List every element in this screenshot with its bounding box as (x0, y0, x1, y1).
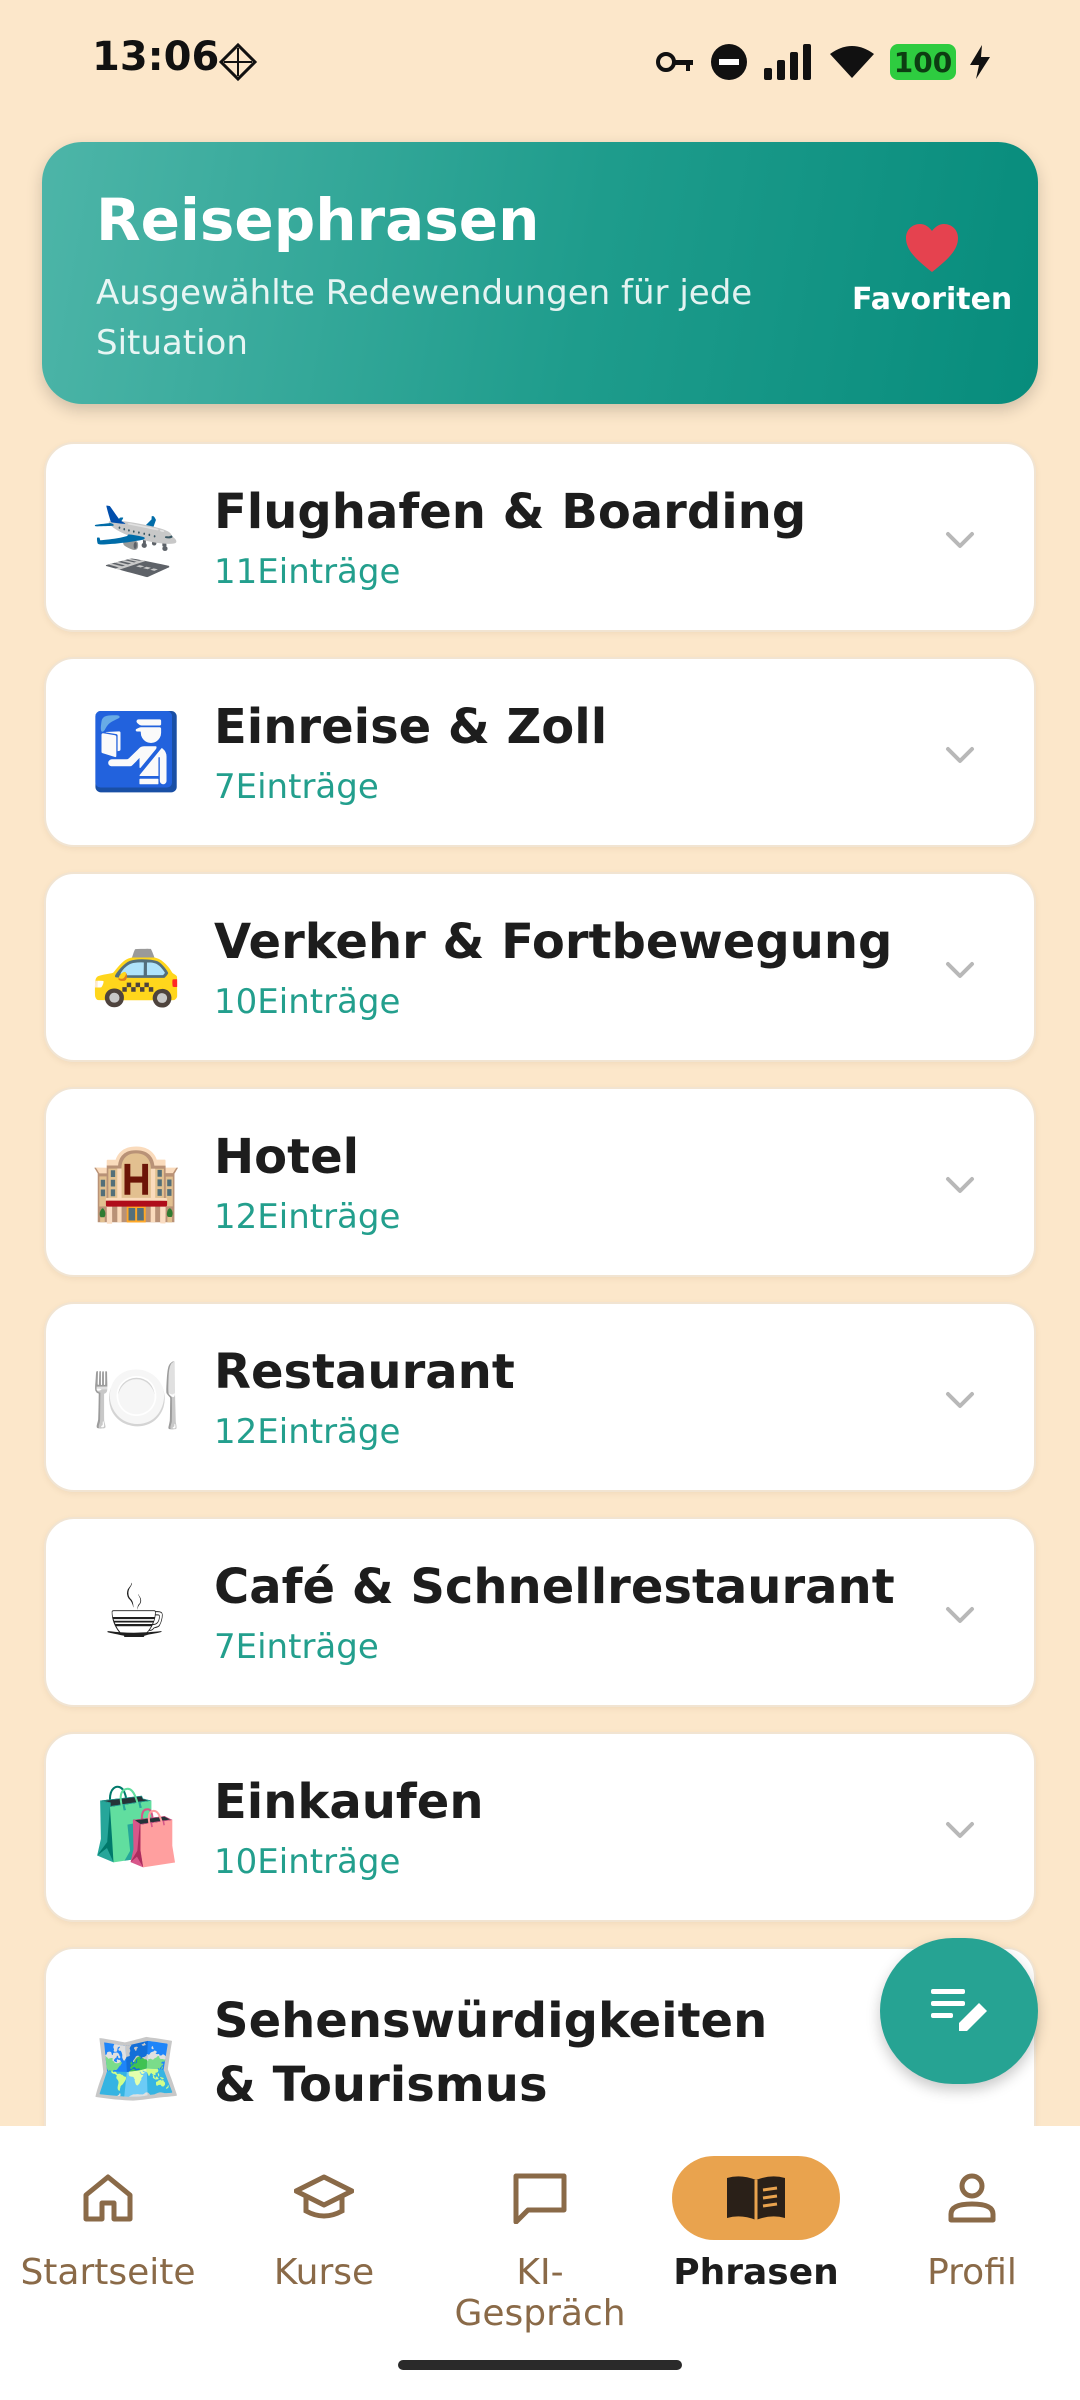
nav-item-profile[interactable]: Profil (864, 2156, 1080, 2293)
shopping-bags-icon: 🛍️ (90, 1784, 183, 1870)
category-count: 12Einträge (214, 1197, 401, 1237)
hotel-icon: 🏨 (90, 1139, 183, 1225)
nav-item-courses[interactable]: Kurse (216, 2156, 432, 2293)
status-bar: 13:06 100 (0, 0, 1080, 120)
nav-label: Kurse (273, 2252, 375, 2293)
category-card-transport[interactable]: 🚕 Verkehr & Fortbewegung 10Einträge (44, 872, 1036, 1062)
graduation-cap-icon (294, 2174, 354, 2219)
status-time: 13:06 (92, 34, 220, 80)
edit-notes-button[interactable] (880, 1938, 1038, 2084)
category-count: 7Einträge (214, 767, 379, 807)
category-count: 7Einträge (214, 1627, 379, 1667)
book-icon (727, 2176, 785, 2220)
chat-bubble-icon (513, 2173, 567, 2224)
airplane-icon: 🛬 (90, 494, 183, 580)
dnd-icon (711, 44, 747, 80)
category-title: Sehenswürdigkeiten & Tourismus (214, 1993, 768, 2113)
plate-cutlery-icon: 🍽️ (90, 1354, 183, 1440)
category-card-cafe[interactable]: ☕ Café & Schnellrestaurant 7Einträge (44, 1517, 1036, 1707)
chevron-down-icon[interactable] (942, 522, 978, 558)
bottom-navigation: Startseite Kurse KI-Gespräch Phrasen Pro… (0, 2126, 1080, 2400)
nav-label: Phrasen (673, 2252, 839, 2293)
category-title: Flughafen & Boarding (214, 484, 807, 540)
diamond-grid-icon (218, 42, 258, 82)
home-icon (83, 2174, 133, 2222)
nav-item-ai-chat[interactable]: KI-Gespräch (432, 2156, 648, 2334)
category-title: Einkaufen (214, 1774, 484, 1830)
category-count: 11Einträge (214, 552, 401, 592)
nav-label: Startseite (20, 2252, 196, 2293)
category-title: Einreise & Zoll (214, 699, 608, 755)
battery-level: 100 (893, 45, 953, 79)
chevron-down-icon[interactable] (942, 952, 978, 988)
category-count: 12Einträge (214, 1412, 401, 1452)
category-card-hotel[interactable]: 🏨 Hotel 12Einträge (44, 1087, 1036, 1277)
battery-icon: 100 (890, 44, 956, 80)
nav-active-indicator (672, 2156, 840, 2240)
nav-label: KI-Gespräch (454, 2252, 626, 2334)
world-map-icon: 🗺️ (90, 2026, 183, 2112)
favorites-label: Favoriten (852, 282, 1013, 317)
chevron-down-icon[interactable] (942, 1812, 978, 1848)
nav-label: Profil (927, 2252, 1017, 2293)
home-indicator[interactable] (398, 2360, 682, 2370)
chevron-down-icon[interactable] (942, 1382, 978, 1418)
charging-icon (970, 45, 990, 79)
wifi-icon (830, 46, 874, 78)
heart-icon (906, 224, 958, 272)
header-card: Reisephrasen Ausgewählte Redewendungen f… (42, 142, 1038, 404)
coffee-icon: ☕ (101, 1569, 169, 1655)
category-title: Hotel (214, 1129, 360, 1185)
category-count: 10Einträge (214, 1842, 401, 1882)
signal-icon (764, 44, 811, 80)
category-card-immigration[interactable]: 🛂 Einreise & Zoll 7Einträge (44, 657, 1036, 847)
favorites-button[interactable]: Favoriten (852, 222, 1012, 317)
status-icons: 100 (656, 40, 990, 84)
category-card-shopping[interactable]: 🛍️ Einkaufen 10Einträge (44, 1732, 1036, 1922)
category-card-restaurant[interactable]: 🍽️ Restaurant 12Einträge (44, 1302, 1036, 1492)
nav-item-home[interactable]: Startseite (0, 2156, 216, 2293)
page-title: Reisephrasen (96, 186, 540, 254)
category-title: Verkehr & Fortbewegung (214, 914, 893, 970)
chevron-down-icon[interactable] (942, 1597, 978, 1633)
taxi-icon: 🚕 (90, 924, 183, 1010)
category-title: Restaurant (214, 1344, 515, 1400)
passport-control-icon: 🛂 (90, 709, 183, 795)
category-title: Café & Schnellrestaurant (214, 1559, 895, 1615)
chevron-down-icon[interactable] (942, 1167, 978, 1203)
category-card-airport[interactable]: 🛬 Flughafen & Boarding 11Einträge (44, 442, 1036, 632)
key-icon (656, 52, 693, 72)
edit-notes-icon (931, 1989, 987, 2031)
chevron-down-icon[interactable] (942, 737, 978, 773)
nav-item-phrases[interactable]: Phrasen (648, 2156, 864, 2293)
category-count: 10Einträge (214, 982, 401, 1022)
person-icon (948, 2173, 996, 2223)
page-subtitle: Ausgewählte Redewendungen für jede Situa… (96, 273, 753, 363)
